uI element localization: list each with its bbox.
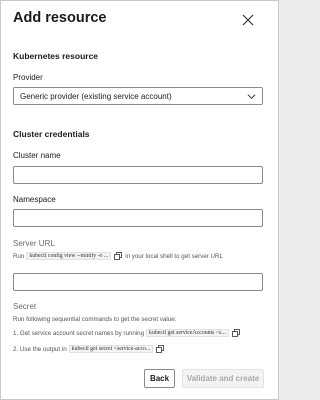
namespace-input[interactable]: [13, 209, 263, 227]
chevron-down-icon: [247, 94, 256, 100]
copy-icon[interactable]: [231, 329, 240, 337]
secret-step-2-command: kubectl get secret <service-acco...: [68, 345, 154, 353]
secret-step-1-command: kubectl get serviceAccounts <s...: [146, 329, 229, 337]
secret-label: Secret: [13, 302, 37, 311]
copy-icon[interactable]: [156, 345, 165, 353]
secret-step-2: 2. Use the output in kubectl get secret …: [13, 345, 165, 353]
secret-step-1-text: 1. Get service account secret names by r…: [13, 329, 145, 337]
secret-step-2-text: 2. Use the output in: [13, 345, 67, 353]
add-resource-dialog: Add resource Kubernetes resource Provide…: [0, 0, 279, 400]
provider-label: Provider: [13, 73, 43, 82]
cluster-name-input[interactable]: [13, 166, 263, 184]
cluster-credentials-heading: Cluster credentials: [13, 129, 90, 139]
dialog-title: Add resource: [13, 10, 107, 26]
server-url-hint: Run kubectl config view --minify -o ... …: [13, 252, 223, 260]
validate-and-create-button[interactable]: Validate and create: [182, 369, 264, 388]
copy-icon[interactable]: [114, 252, 123, 260]
secret-intro: Run following sequential commands to get…: [13, 316, 177, 323]
provider-select[interactable]: Generic provider (existing service accou…: [13, 87, 263, 105]
cluster-name-label: Cluster name: [13, 151, 61, 160]
server-url-command: kubectl config view --minify -o ...: [26, 252, 112, 260]
server-url-input[interactable]: [13, 273, 263, 291]
server-url-hint-run: Run: [13, 252, 25, 260]
provider-select-value: Generic provider (existing service accou…: [20, 92, 172, 101]
namespace-label: Namespace: [13, 195, 56, 204]
server-url-label: Server URL: [13, 239, 55, 248]
kubernetes-resource-heading: Kubernetes resource: [13, 51, 99, 61]
server-url-hint-text: in your local shell to get server URL: [125, 252, 223, 260]
back-button[interactable]: Back: [144, 369, 175, 388]
close-icon[interactable]: [241, 13, 255, 27]
secret-step-1: 1. Get service account secret names by r…: [13, 329, 240, 337]
